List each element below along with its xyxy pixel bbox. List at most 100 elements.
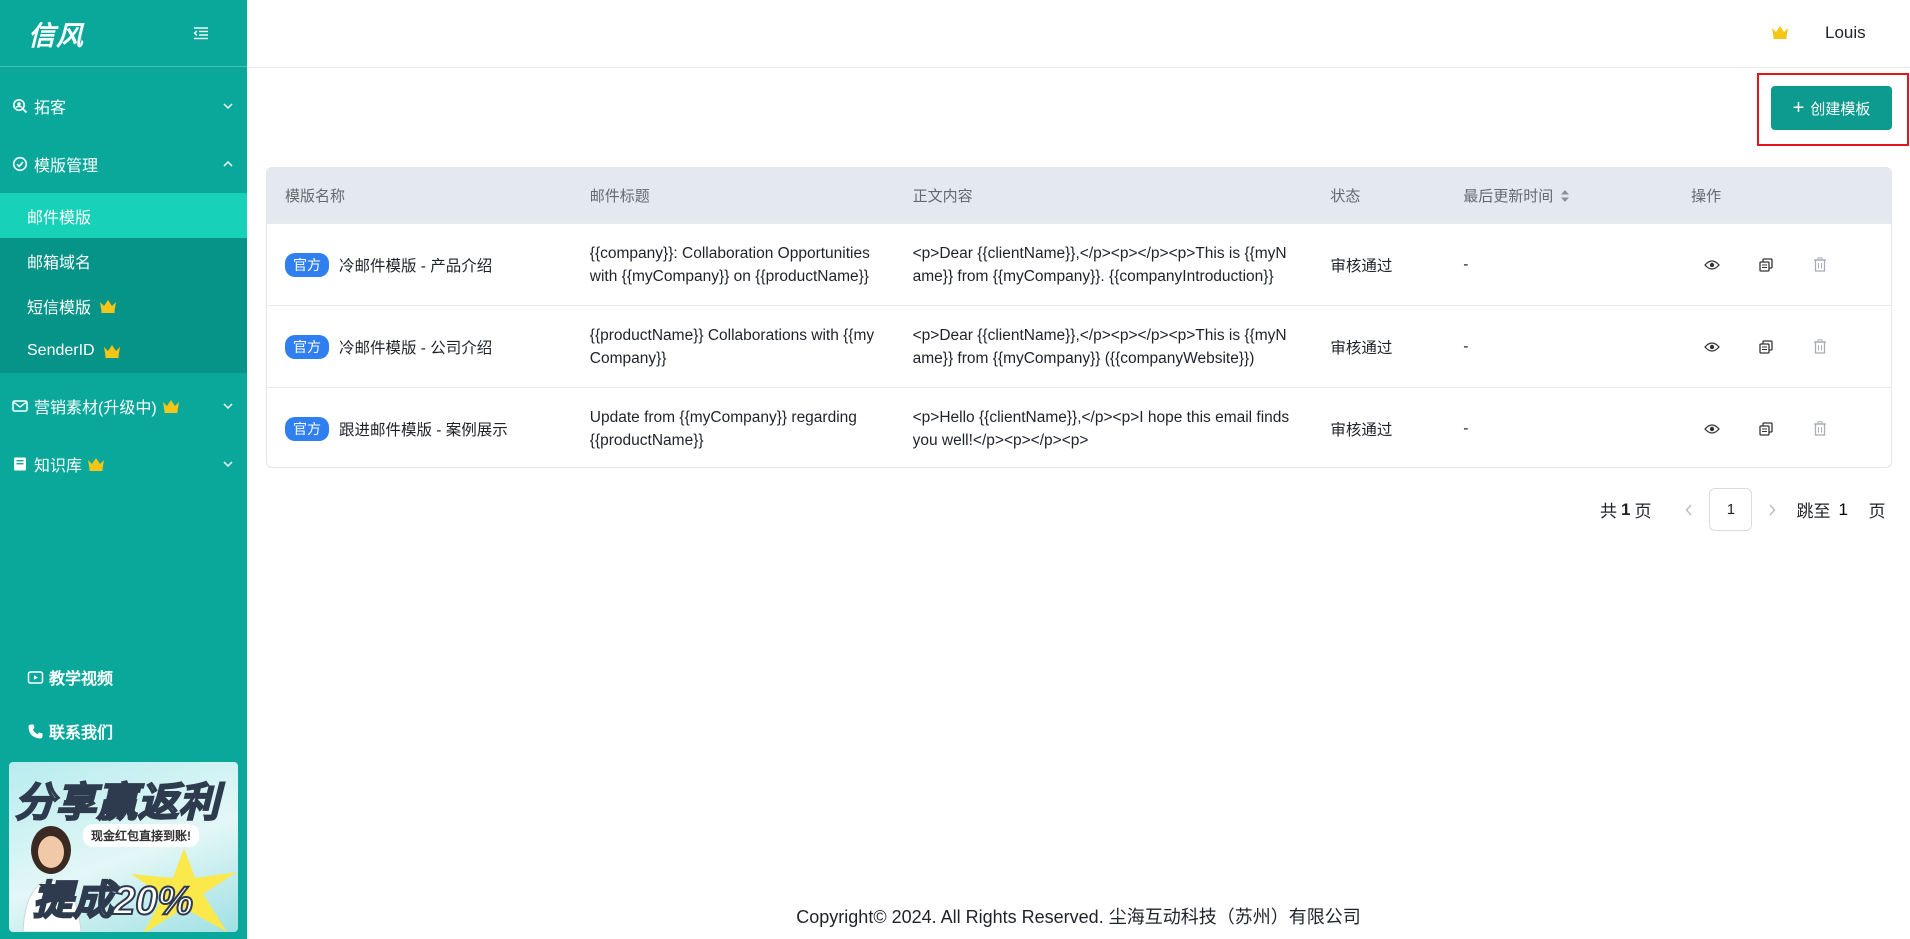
body-text: <p>Hello {{clientName}},</p><p>I hope th… <box>912 408 1290 449</box>
bottom-link-label: 教学视频 <box>49 671 114 688</box>
actions-cell <box>1691 256 1891 274</box>
body-text: <p>Dear {{clientName}},</p><p></p><p>Thi… <box>912 244 1287 285</box>
crown-icon <box>87 457 105 471</box>
plus-icon: + <box>1792 97 1805 119</box>
copy-icon[interactable] <box>1757 256 1775 274</box>
copy-icon[interactable] <box>1757 420 1775 438</box>
template-name: 跟进邮件模版 - 案例展示 <box>339 421 508 439</box>
actions-cell <box>1691 420 1891 438</box>
column-header-updated[interactable]: 最后更新时间 <box>1463 185 1691 206</box>
menu-group-label: 营销素材(升级中) <box>34 400 157 417</box>
template-name: 冷邮件模版 - 产品介绍 <box>339 257 493 275</box>
delete-icon[interactable] <box>1811 420 1829 438</box>
sidebar-item-label: 短信模版 <box>27 299 92 317</box>
menu-group-marketing-assets[interactable]: 营销素材(升级中) <box>0 377 247 435</box>
column-header-actions: 操作 <box>1691 188 1722 205</box>
jump-label: 跳至 <box>1796 502 1831 521</box>
copy-icon[interactable] <box>1757 338 1775 356</box>
body-text: <p>Dear {{clientName}},</p><p></p><p>Thi… <box>912 326 1287 367</box>
chevron-right-icon[interactable] <box>1764 502 1780 518</box>
column-header-label: 最后更新时间 <box>1463 188 1554 205</box>
mail-image-icon <box>12 398 28 414</box>
total-prefix: 共 <box>1600 502 1617 521</box>
promo-title: 分享赢返利 <box>14 780 220 826</box>
updated-cell: - <box>1463 255 1469 273</box>
template-name-cell: 官方 跟进邮件模版 - 案例展示 <box>267 416 590 441</box>
menu-group-knowledge-base[interactable]: 知识库 <box>0 435 247 493</box>
body-cell: <p>Dear {{clientName}},</p><p></p><p>Thi… <box>913 324 1331 370</box>
sidebar-item-sms-templates[interactable]: 短信模版 <box>0 283 247 328</box>
sidebar-item-label: SenderID <box>27 341 95 359</box>
status-cell: 审核通过 <box>1330 257 1393 275</box>
bottom-link-label: 联系我们 <box>49 725 114 742</box>
user-name[interactable]: Louis <box>1825 23 1866 43</box>
template-name: 冷邮件模版 - 公司介绍 <box>339 339 493 357</box>
sort-icon[interactable] <box>1560 189 1570 203</box>
video-icon <box>27 669 44 686</box>
column-header-subject: 邮件标题 <box>589 188 650 205</box>
sidebar-item-email-templates[interactable]: 邮件模版 <box>0 193 247 238</box>
page-number-button[interactable]: 1 <box>1709 488 1753 531</box>
subject-text: {{productName}} Collaborations with {{my… <box>589 326 875 367</box>
eye-icon[interactable] <box>1703 420 1721 438</box>
crown-icon <box>162 399 180 413</box>
template-name-cell: 官方 冷邮件模版 - 产品介绍 <box>267 252 590 277</box>
delete-icon[interactable] <box>1811 256 1829 274</box>
vip-crown-icon[interactable] <box>1771 24 1789 40</box>
menu-group-label: 模版管理 <box>34 158 99 175</box>
logo-row: 信风 <box>0 0 247 67</box>
crown-icon <box>103 344 121 358</box>
column-header-status: 状态 <box>1330 188 1361 205</box>
jump-page-input[interactable] <box>1830 496 1869 523</box>
phone-icon <box>27 723 44 740</box>
menu-group-templates[interactable]: 模版管理 <box>0 135 247 193</box>
menu-collapse-icon[interactable] <box>193 26 209 40</box>
templates-table: 模版名称 邮件标题 正文内容 状态 最后更新时间 操作 官方 冷邮件模版 - 产… <box>266 167 1892 468</box>
eye-icon[interactable] <box>1703 338 1721 356</box>
table-row: 官方 冷邮件模版 - 产品介绍 {{company}}: Collaborati… <box>267 223 1891 305</box>
status-cell: 审核通过 <box>1330 421 1393 439</box>
create-template-label: 创建模板 <box>1810 100 1871 118</box>
body-cell: <p>Dear {{clientName}},</p><p></p><p>Thi… <box>913 242 1331 288</box>
jump-suffix: 页 <box>1868 502 1886 521</box>
subject-text: Update from {{myCompany}} regarding {{pr… <box>589 408 857 449</box>
sidebar-item-label: 邮件模版 <box>27 209 92 227</box>
search-user-icon <box>12 98 28 114</box>
logo[interactable]: 信风 <box>28 14 84 53</box>
delete-icon[interactable] <box>1811 338 1829 356</box>
tutorial-videos-link[interactable]: 教学视频 <box>0 650 247 704</box>
chevron-down-icon <box>221 99 235 113</box>
menu-group-prospecting[interactable]: 拓客 <box>0 77 247 135</box>
menu-group-label: 知识库 <box>34 458 83 475</box>
sidebar: 信风 拓客 模版管理 邮件模版 邮箱域名 短信模版 SenderID 营销素材(… <box>0 0 247 939</box>
updated-cell: - <box>1463 419 1469 437</box>
body-cell: <p>Hello {{clientName}},</p><p>I hope th… <box>913 406 1331 452</box>
check-circle-icon <box>12 156 28 172</box>
template-name-cell: 官方 冷邮件模版 - 公司介绍 <box>267 334 590 359</box>
promo-subtitle: 现金红包直接到账! <box>83 824 199 847</box>
top-header: Louis <box>247 0 1910 68</box>
sidebar-bottom-links: 教学视频 联系我们 <box>0 650 247 758</box>
chevron-down-icon <box>221 399 235 413</box>
official-badge: 官方 <box>285 416 329 441</box>
sidebar-item-email-domains[interactable]: 邮箱域名 <box>0 238 247 283</box>
templates-submenu: 邮件模版 邮箱域名 短信模版 SenderID <box>0 193 247 373</box>
create-template-button[interactable]: + 创建模板 <box>1771 86 1892 130</box>
eye-icon[interactable] <box>1703 256 1721 274</box>
updated-cell: - <box>1463 337 1469 355</box>
contact-us-link[interactable]: 联系我们 <box>0 704 247 758</box>
chevron-down-icon <box>221 457 235 471</box>
official-badge: 官方 <box>285 252 329 277</box>
subject-cell: Update from {{myCompany}} regarding {{pr… <box>590 406 913 452</box>
copyright-footer: Copyright© 2024. All Rights Reserved. 尘海… <box>796 907 1361 927</box>
actions-cell <box>1691 338 1891 356</box>
table-header: 模版名称 邮件标题 正文内容 状态 最后更新时间 操作 <box>267 168 1891 223</box>
chevron-left-icon[interactable] <box>1681 502 1697 518</box>
referral-promo-banner[interactable]: 分享赢返利 现金红包直接到账! 提成20% <box>9 762 238 932</box>
subject-cell: {{productName}} Collaborations with {{my… <box>590 324 913 370</box>
table-row: 官方 跟进邮件模版 - 案例展示 Update from {{myCompany… <box>267 387 1891 467</box>
subject-text: {{company}}: Collaboration Opportunities… <box>589 244 870 285</box>
sidebar-item-sender-id[interactable]: SenderID <box>0 328 247 373</box>
subject-cell: {{company}}: Collaboration Opportunities… <box>590 242 913 288</box>
pagination: 共 1 页 1 跳至 页 <box>1600 488 1885 531</box>
